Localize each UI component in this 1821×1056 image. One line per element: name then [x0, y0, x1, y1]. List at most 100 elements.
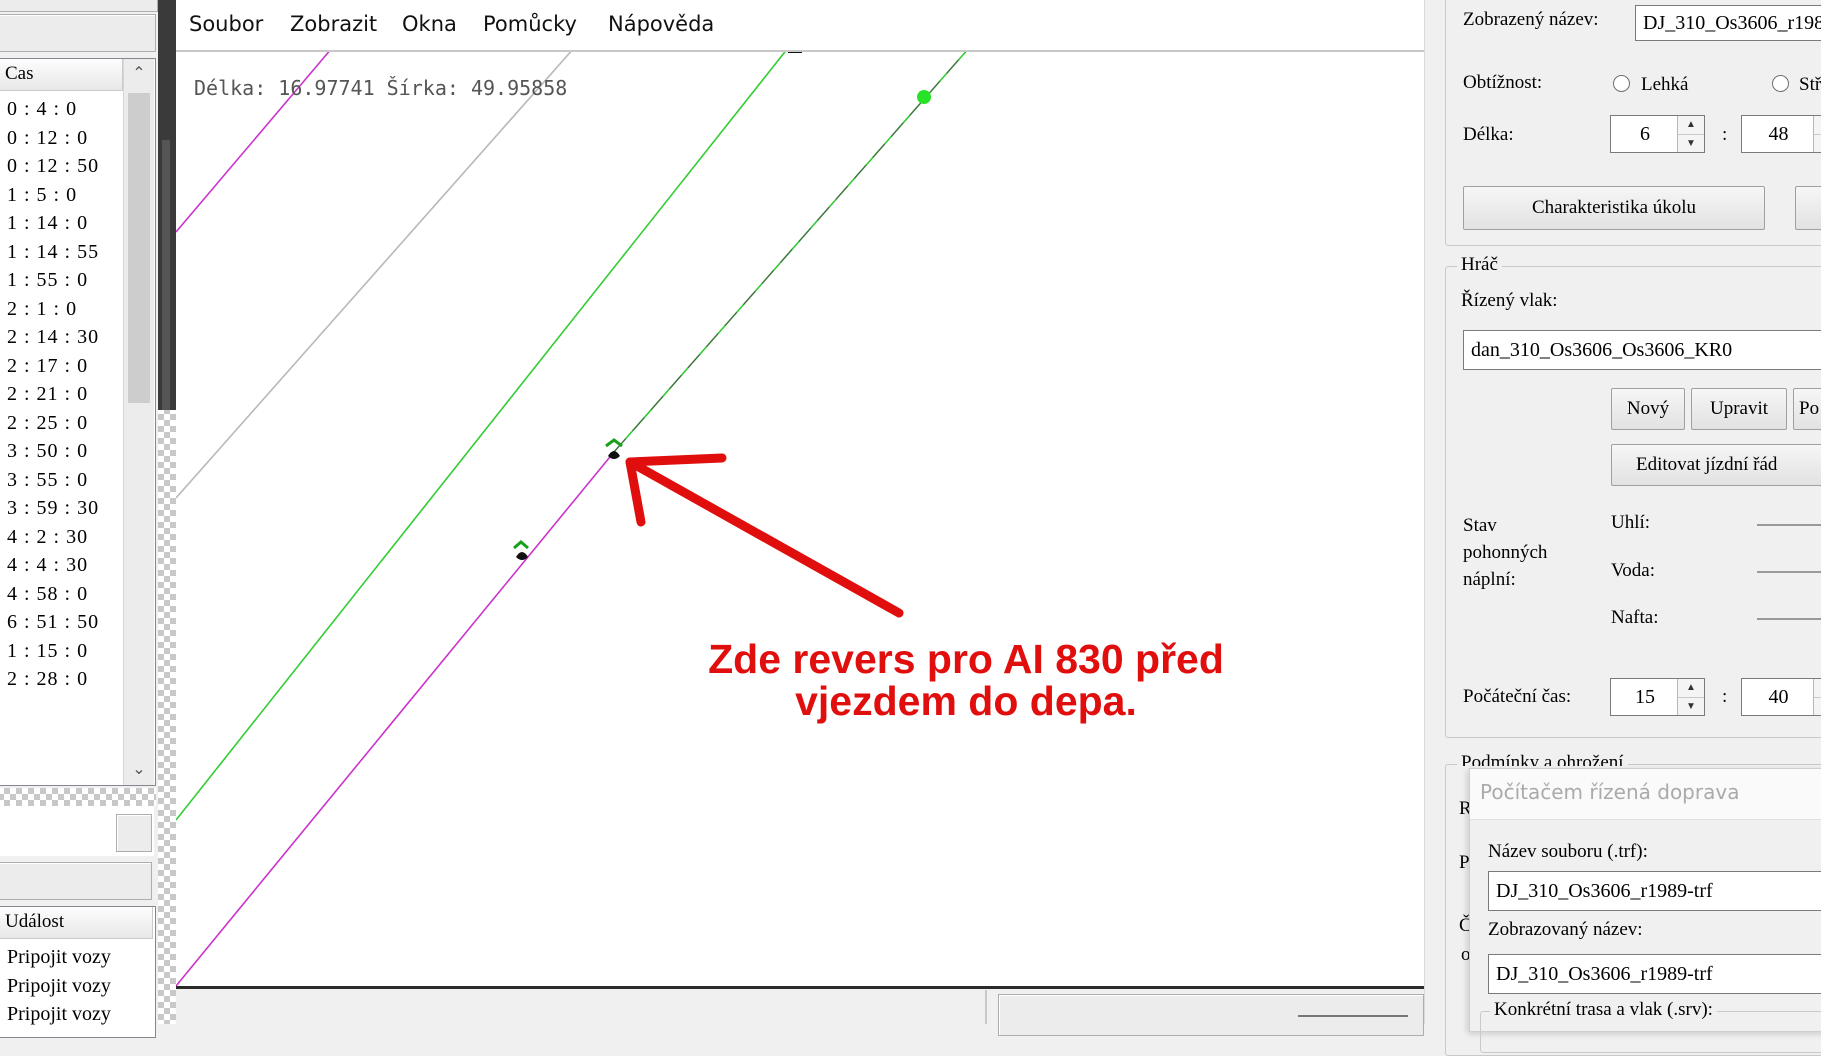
time-list-item[interactable]: 4 : 4 : 30 — [0, 551, 123, 580]
green-dot-marker[interactable] — [917, 90, 931, 104]
event-list-item[interactable]: Pripojit vozy — [0, 1000, 153, 1029]
time-list-item[interactable]: 0 : 12 : 50 — [0, 152, 123, 181]
menu-okna[interactable]: Okna — [402, 12, 457, 36]
spin-up-icon[interactable]: ▲ — [1814, 679, 1821, 697]
time-list-item[interactable]: 1 : 14 : 55 — [0, 238, 123, 267]
length-minutes-spin[interactable]: ▲▼ — [1813, 116, 1821, 152]
time-list-item[interactable]: 2 : 17 : 0 — [0, 352, 123, 381]
length-hours-value: 6 — [1640, 123, 1650, 145]
ai-traffic-dialog: Počítačem řízená doprava Název souboru (… — [1469, 768, 1821, 1053]
time-list-item[interactable]: 4 : 58 : 0 — [0, 580, 123, 609]
task-characteristics-button[interactable]: Charakteristika úkolu — [1463, 186, 1765, 230]
po-button[interactable]: Po — [1793, 388, 1821, 430]
time-list-item[interactable]: 1 : 15 : 0 — [0, 637, 123, 666]
time-list-item[interactable]: 3 : 55 : 0 — [0, 466, 123, 495]
time-list-item[interactable]: 1 : 55 : 0 — [0, 266, 123, 295]
spin-down-icon[interactable]: ▼ — [1678, 697, 1704, 715]
file-name-field[interactable]: DJ_310_Os3606_r1989-trf — [1488, 871, 1821, 911]
menu-zobrazit[interactable]: Zobrazit — [290, 12, 377, 36]
start-colon: : — [1722, 686, 1728, 707]
event-list[interactable]: Událost Pripojit vozy Pripojit vozy Pripoj… — [0, 906, 156, 1038]
start-hours-value: 15 — [1635, 686, 1655, 708]
time-list-item[interactable]: 3 : 59 : 30 — [0, 494, 123, 523]
route-label: Konkrétní trasa a vlak (.srv): — [1490, 999, 1717, 1021]
top-button-fragment[interactable] — [0, 0, 158, 12]
start-minutes-spin[interactable]: ▲▼ — [1813, 679, 1821, 715]
shown-name-field[interactable]: DJ_310_Os3606_r1989-trf — [1488, 954, 1821, 994]
spin-up-icon[interactable]: ▲ — [1814, 116, 1821, 134]
event-column-header[interactable]: Událost — [0, 907, 153, 939]
right-panel: Zobrazený název: DJ_310_Os3606_r1989 Obt… — [1424, 0, 1821, 1056]
display-name-label: Zobrazený název: — [1463, 9, 1599, 30]
spin-down-icon[interactable]: ▼ — [1814, 134, 1821, 152]
time-list-item[interactable]: 0 : 4 : 0 — [0, 95, 123, 124]
time-list-item[interactable]: 1 : 5 : 0 — [0, 181, 123, 210]
time-list-item[interactable]: 2 : 21 : 0 — [0, 380, 123, 409]
length-hours-spin[interactable]: ▲ ▼ — [1677, 116, 1704, 152]
time-list-item[interactable]: 2 : 1 : 0 — [0, 295, 123, 324]
difficulty-easy-radio[interactable] — [1613, 75, 1630, 92]
diesel-label: Nafta: — [1611, 607, 1659, 628]
reverse-marker-icon[interactable] — [605, 438, 623, 459]
small-button[interactable] — [116, 814, 152, 852]
start-hours-spin[interactable]: ▲ ▼ — [1677, 679, 1704, 715]
edit-timetable-button[interactable]: Editovat jízdní řád — [1611, 444, 1821, 486]
difficulty-medium-radio[interactable] — [1772, 75, 1789, 92]
reverse-marker-icon-2[interactable] — [513, 540, 529, 560]
bottom-bar-line — [1298, 1015, 1408, 1017]
scroll-down-icon[interactable]: ⌄ — [124, 759, 154, 783]
map-view[interactable]: Soubor Zobrazit Okna Pomůcky Nápověda Dé… — [176, 0, 1428, 989]
scroll-thumb[interactable] — [128, 93, 150, 403]
time-list-item[interactable]: 2 : 14 : 30 — [0, 323, 123, 352]
display-name-field[interactable]: DJ_310_Os3606_r1989 — [1635, 5, 1821, 41]
edit-train-button[interactable]: Upravit — [1691, 388, 1787, 430]
menu-pomucky[interactable]: Pomůcky — [483, 12, 577, 36]
spin-down-icon[interactable]: ▼ — [1814, 697, 1821, 715]
spin-down-icon[interactable]: ▼ — [1678, 134, 1704, 152]
left-toolbar-button[interactable] — [0, 14, 156, 52]
coal-slider[interactable] — [1757, 524, 1821, 526]
coordinate-readout: Délka: 16.97741 Šírka: 49.95858 — [194, 76, 568, 100]
time-list-item[interactable]: 2 : 25 : 0 — [0, 409, 123, 438]
start-minutes-stepper[interactable]: 40 ▲▼ — [1741, 678, 1821, 716]
fuel-label-line-1: Stav — [1463, 515, 1497, 536]
time-list[interactable]: Cas ⌃ ⌄ 0 : 4 : 00 : 12 : 00 : 12 : 50 1 … — [0, 58, 156, 786]
ai-dialog-title: Počítačem řízená doprava — [1480, 780, 1740, 804]
length-minutes-value: 48 — [1768, 123, 1789, 145]
time-list-item[interactable]: 1 : 14 : 0 — [0, 209, 123, 238]
new-train-button[interactable]: Nový — [1611, 388, 1685, 430]
time-list-item[interactable]: 6 : 51 : 50 — [0, 608, 123, 637]
left-panel: Cas ⌃ ⌄ 0 : 4 : 00 : 12 : 00 : 12 : 50 1 … — [0, 0, 160, 1038]
file-name-label: Název souboru (.trf): — [1488, 841, 1648, 862]
left-toolbar-button-2[interactable] — [0, 862, 152, 900]
time-list-item[interactable]: 2 : 28 : 0 — [0, 665, 123, 694]
event-list-item[interactable]: Pripojit vozy — [0, 972, 153, 1001]
start-hours-stepper[interactable]: 15 ▲ ▼ — [1610, 678, 1705, 716]
menu-napoveda[interactable]: Nápověda — [608, 12, 714, 36]
time-list-item[interactable]: 3 : 50 : 0 — [0, 437, 123, 466]
length-colon: : — [1722, 124, 1728, 145]
splitter[interactable] — [0, 788, 156, 806]
time-column-header[interactable]: Cas — [0, 59, 123, 91]
length-label: Délka: — [1463, 124, 1514, 145]
diesel-slider[interactable] — [1757, 618, 1821, 620]
menu-soubor[interactable]: Soubor — [189, 12, 263, 36]
menu-bar: Soubor Zobrazit Okna Pomůcky Nápověda — [176, 0, 1424, 52]
time-list-scrollbar[interactable]: ⌃ ⌄ — [123, 59, 154, 785]
scroll-up-icon[interactable]: ⌃ — [124, 63, 154, 87]
length-minutes-stepper[interactable]: 48 ▲▼ — [1741, 115, 1821, 153]
start-time-label: Počáteční čas: — [1463, 686, 1572, 707]
length-hours-stepper[interactable]: 6 ▲ ▼ — [1610, 115, 1705, 153]
controlled-train-field[interactable]: dan_310_Os3606_Os3606_KR0 — [1463, 330, 1821, 370]
player-group-title: Hráč — [1457, 254, 1502, 276]
time-list-item[interactable]: 4 : 2 : 30 — [0, 523, 123, 552]
track-gray — [176, 47, 575, 499]
left-splitter-handle[interactable] — [162, 140, 170, 410]
time-list-item[interactable]: 0 : 12 : 0 — [0, 124, 123, 153]
event-list-item[interactable]: Pripojit vozy — [0, 943, 153, 972]
second-button-fragment[interactable] — [1795, 186, 1821, 230]
water-slider[interactable] — [1757, 571, 1821, 573]
track-svg — [176, 47, 970, 986]
shown-name-label: Zobrazovaný název: — [1488, 919, 1643, 940]
difficulty-label: Obtížnost: — [1463, 72, 1543, 93]
